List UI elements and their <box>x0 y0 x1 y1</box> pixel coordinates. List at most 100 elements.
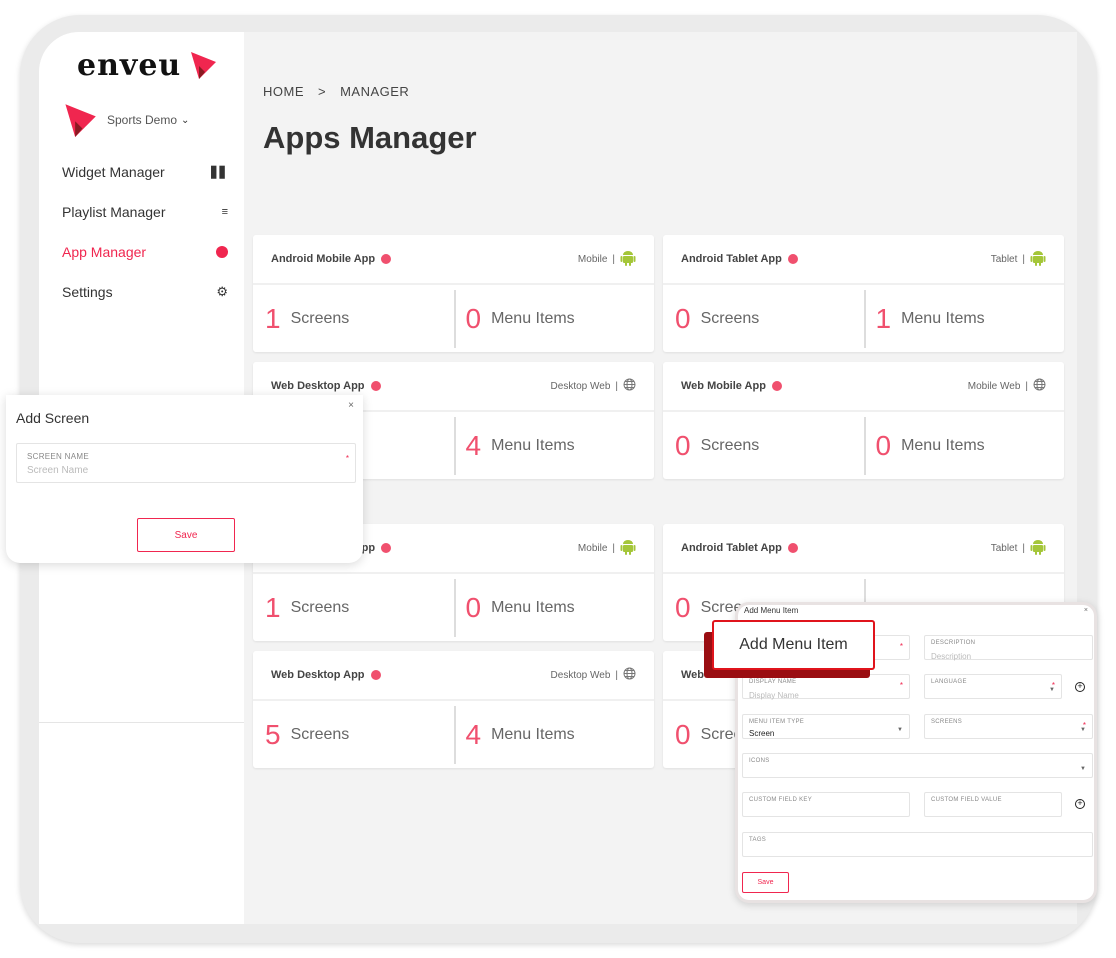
android-icon <box>1030 538 1046 558</box>
globe-icon <box>1033 378 1046 394</box>
card-title: Web Desktop App <box>271 669 365 681</box>
menu-items-label: Menu Items <box>491 436 575 454</box>
screens-stat[interactable]: 0 Screens <box>663 417 864 475</box>
menu-items-stat[interactable]: 4 Menu Items <box>453 416 655 475</box>
sidebar-item-playlist-manager[interactable]: Playlist Manager ≡ <box>62 204 228 220</box>
chevron-down-icon: ⌄ <box>181 114 190 126</box>
custom-field-key-input[interactable]: CUSTOM FIELD KEY <box>742 792 910 817</box>
menu-items-count: 4 <box>465 429 482 461</box>
screens-count: 0 <box>675 429 691 461</box>
app-card[interactable]: Web Mobile App Mobile Web | 0 Screens 0 Men… <box>663 362 1064 479</box>
palette-icon[interactable] <box>381 543 392 553</box>
sidebar-item-label: Settings <box>62 284 113 300</box>
custom-field-value-input[interactable]: CUSTOM FIELD VALUE <box>924 792 1062 817</box>
close-icon[interactable]: × <box>348 400 354 411</box>
palette-icon[interactable] <box>370 670 381 680</box>
globe-icon <box>623 667 636 683</box>
screens-stat[interactable]: 5 Screens <box>253 706 454 764</box>
breadcrumb-home[interactable]: HOME <box>263 84 304 99</box>
palette-icon[interactable] <box>771 381 782 391</box>
menu-items-count: 1 <box>875 302 892 334</box>
field-label: DESCRIPTION <box>931 640 976 646</box>
widget-icon: ▋▋ <box>211 166 228 179</box>
screens-count: 0 <box>675 591 691 623</box>
palette-icon[interactable] <box>381 254 392 264</box>
required-marker: * <box>899 642 903 651</box>
screens-stat[interactable]: 0 Screens <box>663 290 864 348</box>
menu-items-label: Menu Items <box>491 598 575 616</box>
android-icon <box>620 249 636 269</box>
platform-label: Mobile <box>577 253 608 265</box>
field-placeholder: Display Name <box>749 691 799 700</box>
menu-items-stat[interactable]: 0 Menu Items <box>453 578 655 637</box>
palette-icon[interactable] <box>787 254 798 264</box>
menu-items-label: Menu Items <box>901 309 985 327</box>
menu-items-stat[interactable]: 0 Menu Items <box>863 416 1065 475</box>
add-custom-field-icon[interactable]: + <box>1075 799 1085 809</box>
card-header: Web Mobile App Mobile Web | <box>663 362 1064 412</box>
caret-down-icon: ▼ <box>1080 727 1086 733</box>
breadcrumb-separator: > <box>318 84 327 99</box>
screens-count: 0 <box>675 718 691 750</box>
required-marker: * <box>345 454 349 463</box>
add-language-icon[interactable]: + <box>1075 682 1085 692</box>
divider: | <box>612 253 615 265</box>
field-placeholder: Description <box>931 652 972 661</box>
card-header: Android Mobile App Mobile | <box>253 235 654 285</box>
field-placeholder: Screen Name <box>27 465 89 476</box>
card-title: Android Tablet App <box>681 253 782 265</box>
save-button[interactable]: Save <box>742 872 789 893</box>
platform-label: Mobile Web <box>967 380 1021 392</box>
logo: enveu <box>77 48 182 83</box>
platform-label: Desktop Web <box>550 380 611 392</box>
screens-count: 0 <box>675 302 691 334</box>
platform-label: Tablet <box>990 253 1018 265</box>
breadcrumb: HOME > MANAGER <box>263 84 409 99</box>
description-field[interactable]: DESCRIPTION Description <box>924 635 1093 661</box>
screen-name-field[interactable]: SCREEN NAME Screen Name * <box>16 443 356 483</box>
card-header: Web Desktop App Desktop Web | <box>253 651 654 701</box>
field-label: TAGS <box>749 837 767 843</box>
screens-label: Screens <box>290 725 350 743</box>
menu-items-stat[interactable]: 0 Menu Items <box>453 289 655 348</box>
playlist-icon: ≡ <box>221 206 228 218</box>
app-card[interactable]: Web Desktop App Desktop Web | 5 Screens 4M… <box>253 651 654 768</box>
menu-items-stat[interactable]: 4 Menu Items <box>453 705 655 764</box>
sidebar-item-widget-manager[interactable]: Widget Manager ▋▋ <box>62 164 228 180</box>
menu-items-stat[interactable]: 1 Menu Items <box>863 289 1065 348</box>
android-icon <box>1030 249 1046 269</box>
app-card[interactable]: Android Tablet App Tablet | 0 Screens 1 Men… <box>663 235 1064 352</box>
field-label: SCREENS <box>931 719 963 725</box>
icons-select[interactable]: ICONS ▼ <box>742 753 1093 778</box>
palette-icon[interactable] <box>370 381 381 391</box>
divider: | <box>615 669 618 681</box>
page-title: Apps Manager <box>263 120 477 155</box>
sidebar-item-settings[interactable]: Settings ⚙ <box>62 284 228 300</box>
platform-label: Desktop Web <box>550 669 611 681</box>
gear-icon: ⚙ <box>216 284 228 299</box>
menu-item-type-select[interactable]: MENU ITEM TYPE Screen ▼ <box>742 714 910 739</box>
tags-input[interactable]: TAGS <box>742 832 1093 857</box>
field-label: MENU ITEM TYPE <box>749 719 805 725</box>
close-icon[interactable]: × <box>1084 607 1088 614</box>
sidebar-item-label: App Manager <box>62 244 147 260</box>
screens-select[interactable]: SCREENS * ▼ <box>924 714 1093 739</box>
screens-label: Screens <box>290 309 350 327</box>
sidebar-item-app-manager[interactable]: App Manager <box>62 244 228 260</box>
add-screen-modal: Add Screen × SCREEN NAME Screen Name * S… <box>6 395 363 563</box>
screens-stat[interactable]: 1 Screens <box>253 579 454 637</box>
field-label: CUSTOM FIELD KEY <box>749 797 813 803</box>
platform-label: Tablet <box>990 542 1018 554</box>
palette-icon <box>216 246 228 258</box>
app-card[interactable]: Android Mobile App Mobile | 1 Screens 0 Men… <box>253 235 654 352</box>
tenant-switcher[interactable]: Sports Demo ⌄ <box>63 100 189 140</box>
caret-down-icon: ▼ <box>897 727 903 733</box>
palette-icon[interactable] <box>787 543 798 553</box>
menu-items-label: Menu Items <box>491 725 575 743</box>
screens-label: Screens <box>700 436 760 454</box>
language-select[interactable]: LANGUAGE * ▼ <box>924 674 1062 699</box>
screens-stat[interactable]: 1 Screens <box>253 290 454 348</box>
card-title: Web Desktop App <box>271 380 365 392</box>
save-button[interactable]: Save <box>137 518 235 552</box>
globe-icon <box>623 378 636 394</box>
